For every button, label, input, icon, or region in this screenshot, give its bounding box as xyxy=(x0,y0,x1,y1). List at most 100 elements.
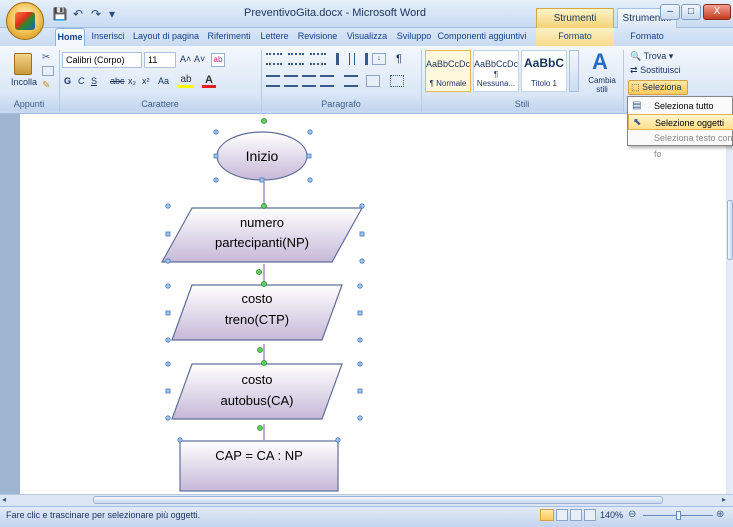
node-text: CAP = CA : NP xyxy=(215,448,303,463)
strikethrough-button[interactable]: abc xyxy=(110,76,125,86)
web-layout-view-icon[interactable] xyxy=(570,509,582,521)
select-objects-icon: ⬉ xyxy=(633,117,642,128)
tab-componenti[interactable]: Componenti aggiuntivi xyxy=(437,28,527,46)
replace-button[interactable]: ⇄ Sostituisci xyxy=(630,65,681,76)
change-case-button[interactable]: Aa xyxy=(158,76,169,86)
borders-icon[interactable] xyxy=(390,75,404,87)
styles-scroll[interactable] xyxy=(569,50,579,92)
clear-format-icon[interactable]: ab xyxy=(211,53,225,67)
paragraph-top-row: ↓ ¶ xyxy=(266,53,416,67)
flowchart-input-node-ctp[interactable]: costo treno(CTP) xyxy=(171,284,343,341)
tab-home[interactable]: Home xyxy=(55,28,85,46)
undo-icon[interactable]: ↶ xyxy=(70,6,86,22)
group-label-carattere: Carattere xyxy=(60,97,260,111)
minimize-button[interactable]: – xyxy=(660,4,680,20)
shrink-font-button[interactable]: A˅ xyxy=(194,54,205,64)
change-styles-label: Cambia stili xyxy=(588,76,616,94)
horizontal-scroll-thumb[interactable] xyxy=(93,496,663,504)
replace-icon: ⇄ xyxy=(630,65,638,75)
flowchart-start-node[interactable]: Inizio xyxy=(216,131,308,181)
multilevel-list-icon[interactable] xyxy=(310,53,326,65)
find-button[interactable]: 🔍 Trova ▾ xyxy=(630,51,673,62)
menu-item-select-similar-text: Seleziona testo con fo xyxy=(628,130,733,159)
flowchart-input-node-np[interactable]: numero partecipanti(NP) xyxy=(160,207,364,263)
tab-visualizza[interactable]: Visualizza xyxy=(343,28,391,46)
bullets-icon[interactable] xyxy=(266,53,282,65)
document-page[interactable]: Inizio numero partecipanti(NP) costo tre… xyxy=(20,114,733,494)
bold-button[interactable]: G xyxy=(64,76,71,86)
tab-sviluppo[interactable]: Sviluppo xyxy=(394,28,434,46)
redo-icon[interactable]: ↷ xyxy=(88,6,104,22)
align-left-icon[interactable] xyxy=(266,75,280,87)
style-tile-normale[interactable]: AaBbCcDc ¶ Normale xyxy=(425,50,471,92)
node-text: costo xyxy=(241,372,272,387)
print-layout-view-icon[interactable] xyxy=(540,509,554,521)
align-right-icon[interactable] xyxy=(302,75,316,87)
vertical-scroll-thumb[interactable] xyxy=(727,200,733,260)
replace-label: Sostituisci xyxy=(640,65,681,75)
font-color-icon[interactable]: A xyxy=(202,74,216,88)
maximize-button[interactable]: □ xyxy=(681,4,701,20)
paste-button[interactable]: Incolla xyxy=(6,50,40,94)
clipboard-icon xyxy=(14,53,32,75)
subscript-button[interactable]: x₂ xyxy=(128,76,136,86)
tab-revisione[interactable]: Revisione xyxy=(295,28,340,46)
line-spacing-icon[interactable] xyxy=(344,75,358,87)
flowchart: Inizio numero partecipanti(NP) costo tre… xyxy=(160,118,365,492)
increase-indent-icon[interactable] xyxy=(354,53,368,65)
office-button[interactable] xyxy=(6,2,44,40)
flowchart-input-node-ca[interactable]: costo autobus(CA) xyxy=(171,363,343,420)
status-message: Fare clic e trascinare per selezionare p… xyxy=(6,510,201,520)
zoom-level[interactable]: 140% xyxy=(600,510,623,520)
font-size-combo[interactable]: 11 xyxy=(144,52,176,68)
scroll-right-icon[interactable]: ▸ xyxy=(722,495,726,504)
menu-item-select-all[interactable]: ▤ Seleziona tutto xyxy=(628,98,733,114)
qat-customize-icon[interactable]: ▾ xyxy=(104,6,120,22)
justify-icon[interactable] xyxy=(320,75,334,87)
underline-button[interactable]: S xyxy=(91,76,97,86)
tab-lettere[interactable]: Lettere xyxy=(257,28,292,46)
save-icon[interactable]: 💾 xyxy=(52,6,68,22)
sort-icon[interactable]: ↓ xyxy=(372,53,386,65)
font-name-combo[interactable]: Calibri (Corpo) xyxy=(62,52,142,68)
zoom-slider-thumb[interactable] xyxy=(676,511,681,520)
select-all-icon: ▤ xyxy=(632,100,642,111)
decrease-indent-icon[interactable] xyxy=(336,53,350,65)
binoculars-icon: 🔍 xyxy=(630,51,642,61)
style-tile-nessuna[interactable]: AaBbCcDc ¶ Nessuna... xyxy=(473,50,519,92)
tab-formato[interactable]: Formato xyxy=(617,28,677,46)
node-text: numero xyxy=(240,215,284,230)
format-painter-icon[interactable]: ✎ xyxy=(42,80,54,91)
scroll-left-icon[interactable]: ◂ xyxy=(2,495,6,504)
grow-font-button[interactable]: A˄ xyxy=(180,54,191,64)
tab-riferimenti[interactable]: Riferimenti xyxy=(204,28,254,46)
zoom-in-icon[interactable]: ⊕ xyxy=(716,509,724,520)
italic-button[interactable]: C xyxy=(78,76,85,86)
change-styles-button[interactable]: A Cambia stili xyxy=(584,50,620,95)
cut-icon[interactable]: ✂ xyxy=(42,52,54,63)
select-label: Seleziona xyxy=(642,82,682,92)
paragraph-bottom-row xyxy=(266,75,416,89)
shading-icon[interactable] xyxy=(366,75,380,87)
tab-layout[interactable]: Layout di pagina xyxy=(131,28,201,46)
highlight-color-icon[interactable]: ab xyxy=(178,74,194,88)
ribbon-separator xyxy=(623,50,624,112)
select-button[interactable]: ⬚ Seleziona ▾ xyxy=(628,80,688,105)
align-center-icon[interactable] xyxy=(284,75,298,87)
close-button[interactable]: X xyxy=(703,4,731,20)
menu-item-select-objects[interactable]: ⬉ Selezione oggetti xyxy=(628,114,733,130)
outline-view-icon[interactable] xyxy=(584,509,596,521)
full-screen-view-icon[interactable] xyxy=(556,509,568,521)
vertical-scrollbar[interactable] xyxy=(726,114,733,494)
superscript-button[interactable]: x² xyxy=(142,76,150,86)
copy-icon[interactable] xyxy=(42,66,54,76)
group-label-stili: Stili xyxy=(422,97,622,111)
style-tile-titolo1[interactable]: AaBbC Titolo 1 xyxy=(521,50,567,92)
zoom-out-icon[interactable]: ⊖ xyxy=(628,509,636,520)
flowchart-process-node-cap[interactable]: CAP = CA : NP xyxy=(179,440,339,492)
tab-formato-drawing[interactable]: Formato xyxy=(536,28,614,46)
node-text: treno(CTP) xyxy=(225,312,289,327)
show-marks-icon[interactable]: ¶ xyxy=(392,53,406,65)
tab-inserisci[interactable]: Inserisci xyxy=(88,28,128,46)
numbering-icon[interactable] xyxy=(288,53,304,65)
